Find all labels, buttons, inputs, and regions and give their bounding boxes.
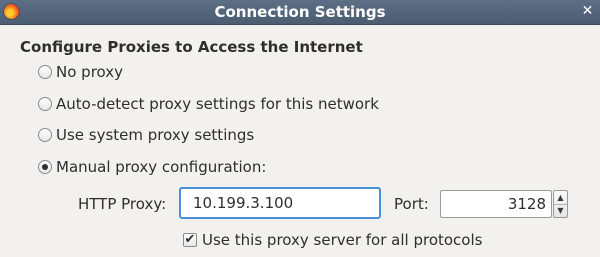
radio-button-icon[interactable]: [38, 65, 52, 79]
radio-system-proxy-label: Use system proxy settings: [56, 126, 255, 144]
radio-button-icon[interactable]: [38, 160, 52, 174]
radio-no-proxy[interactable]: No proxy: [38, 62, 123, 82]
radio-auto-detect[interactable]: Auto-detect proxy settings for this netw…: [38, 94, 379, 114]
http-proxy-input[interactable]: 10.199.3.100: [179, 187, 381, 219]
checkbox-icon[interactable]: ✔: [183, 233, 197, 247]
chevron-up-icon[interactable]: ▲: [554, 191, 567, 205]
port-label: Port:: [394, 195, 429, 213]
radio-manual-proxy[interactable]: Manual proxy configuration:: [38, 157, 266, 177]
radio-no-proxy-label: No proxy: [56, 63, 123, 81]
radio-button-icon[interactable]: [38, 128, 52, 142]
port-input[interactable]: 3128: [440, 190, 552, 218]
radio-system-proxy[interactable]: Use system proxy settings: [38, 125, 254, 145]
all-protocols-label: Use this proxy server for all protocols: [202, 231, 483, 249]
title-bar: Connection Settings ✕: [0, 0, 600, 25]
section-heading: Configure Proxies to Access the Internet: [20, 38, 363, 56]
radio-button-icon[interactable]: [38, 97, 52, 111]
close-button[interactable]: ✕: [580, 4, 595, 19]
window-title: Connection Settings: [214, 3, 386, 21]
all-protocols-option[interactable]: ✔ Use this proxy server for all protocol…: [183, 231, 482, 249]
http-proxy-label: HTTP Proxy:: [78, 195, 167, 213]
radio-manual-proxy-label: Manual proxy configuration:: [56, 158, 267, 176]
port-spinner[interactable]: ▲ ▼: [553, 190, 568, 218]
chevron-down-icon[interactable]: ▼: [554, 204, 567, 217]
radio-auto-detect-label: Auto-detect proxy settings for this netw…: [56, 95, 379, 113]
